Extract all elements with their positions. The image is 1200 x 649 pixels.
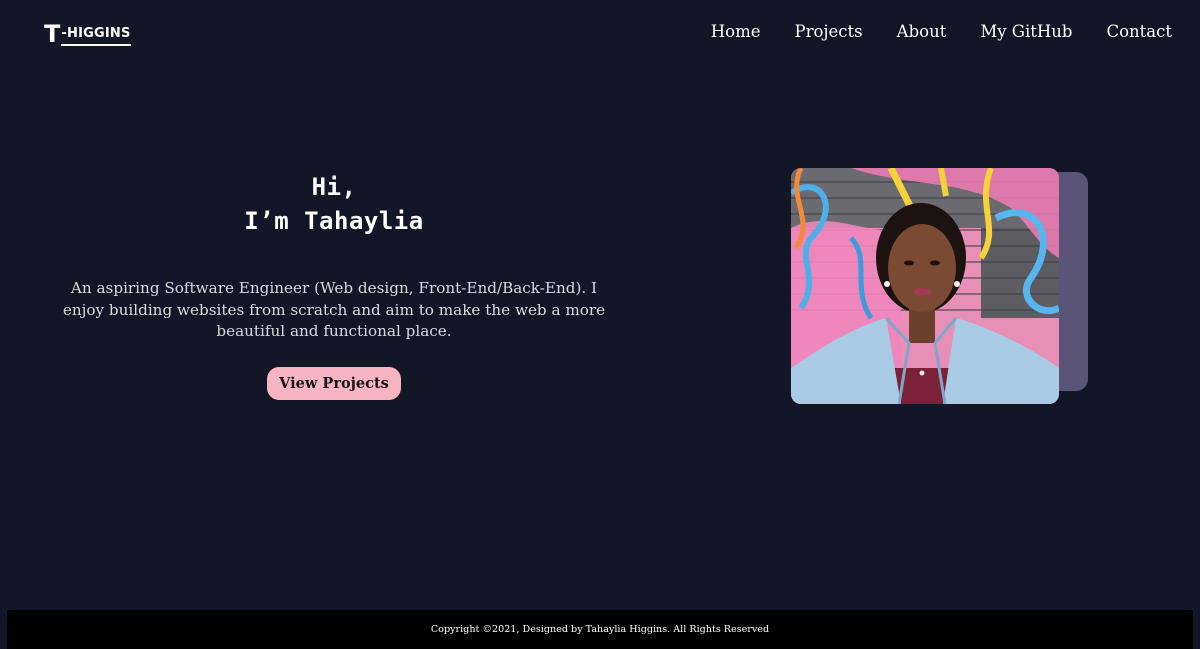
view-projects-button[interactable]: View Projects xyxy=(267,366,401,400)
logo-name: HIGGINS xyxy=(66,26,131,41)
profile-photo xyxy=(791,168,1059,404)
logo-underline xyxy=(61,44,131,46)
site-logo[interactable]: T -HIGGINS xyxy=(44,22,131,46)
portfolio-page: T -HIGGINS Home Projects About My GitHub… xyxy=(0,0,1200,649)
nav-about[interactable]: About xyxy=(897,21,947,43)
nav-contact[interactable]: Contact xyxy=(1106,21,1172,43)
hero-section: Hi, I’m Tahaylia An aspiring Software En… xyxy=(60,170,608,400)
logo-initial: T xyxy=(44,20,61,48)
logo-wordmark: -HIGGINS xyxy=(61,26,131,46)
site-footer: Copyright ©2021, Designed by Tahaylia Hi… xyxy=(7,610,1193,649)
hero-intro: An aspiring Software Engineer (Web desig… xyxy=(62,279,606,340)
greeting-line-2: I’m Tahaylia xyxy=(244,207,424,235)
greeting-line-1: Hi, xyxy=(311,173,357,201)
main-nav: Home Projects About My GitHub Contact xyxy=(677,21,1172,43)
nav-github[interactable]: My GitHub xyxy=(980,21,1072,43)
footer-copyright: Copyright ©2021, Designed by Tahaylia Hi… xyxy=(430,624,770,635)
nav-projects[interactable]: Projects xyxy=(795,21,863,43)
nav-home[interactable]: Home xyxy=(711,21,761,43)
hero-greeting: Hi, I’m Tahaylia xyxy=(60,170,608,238)
